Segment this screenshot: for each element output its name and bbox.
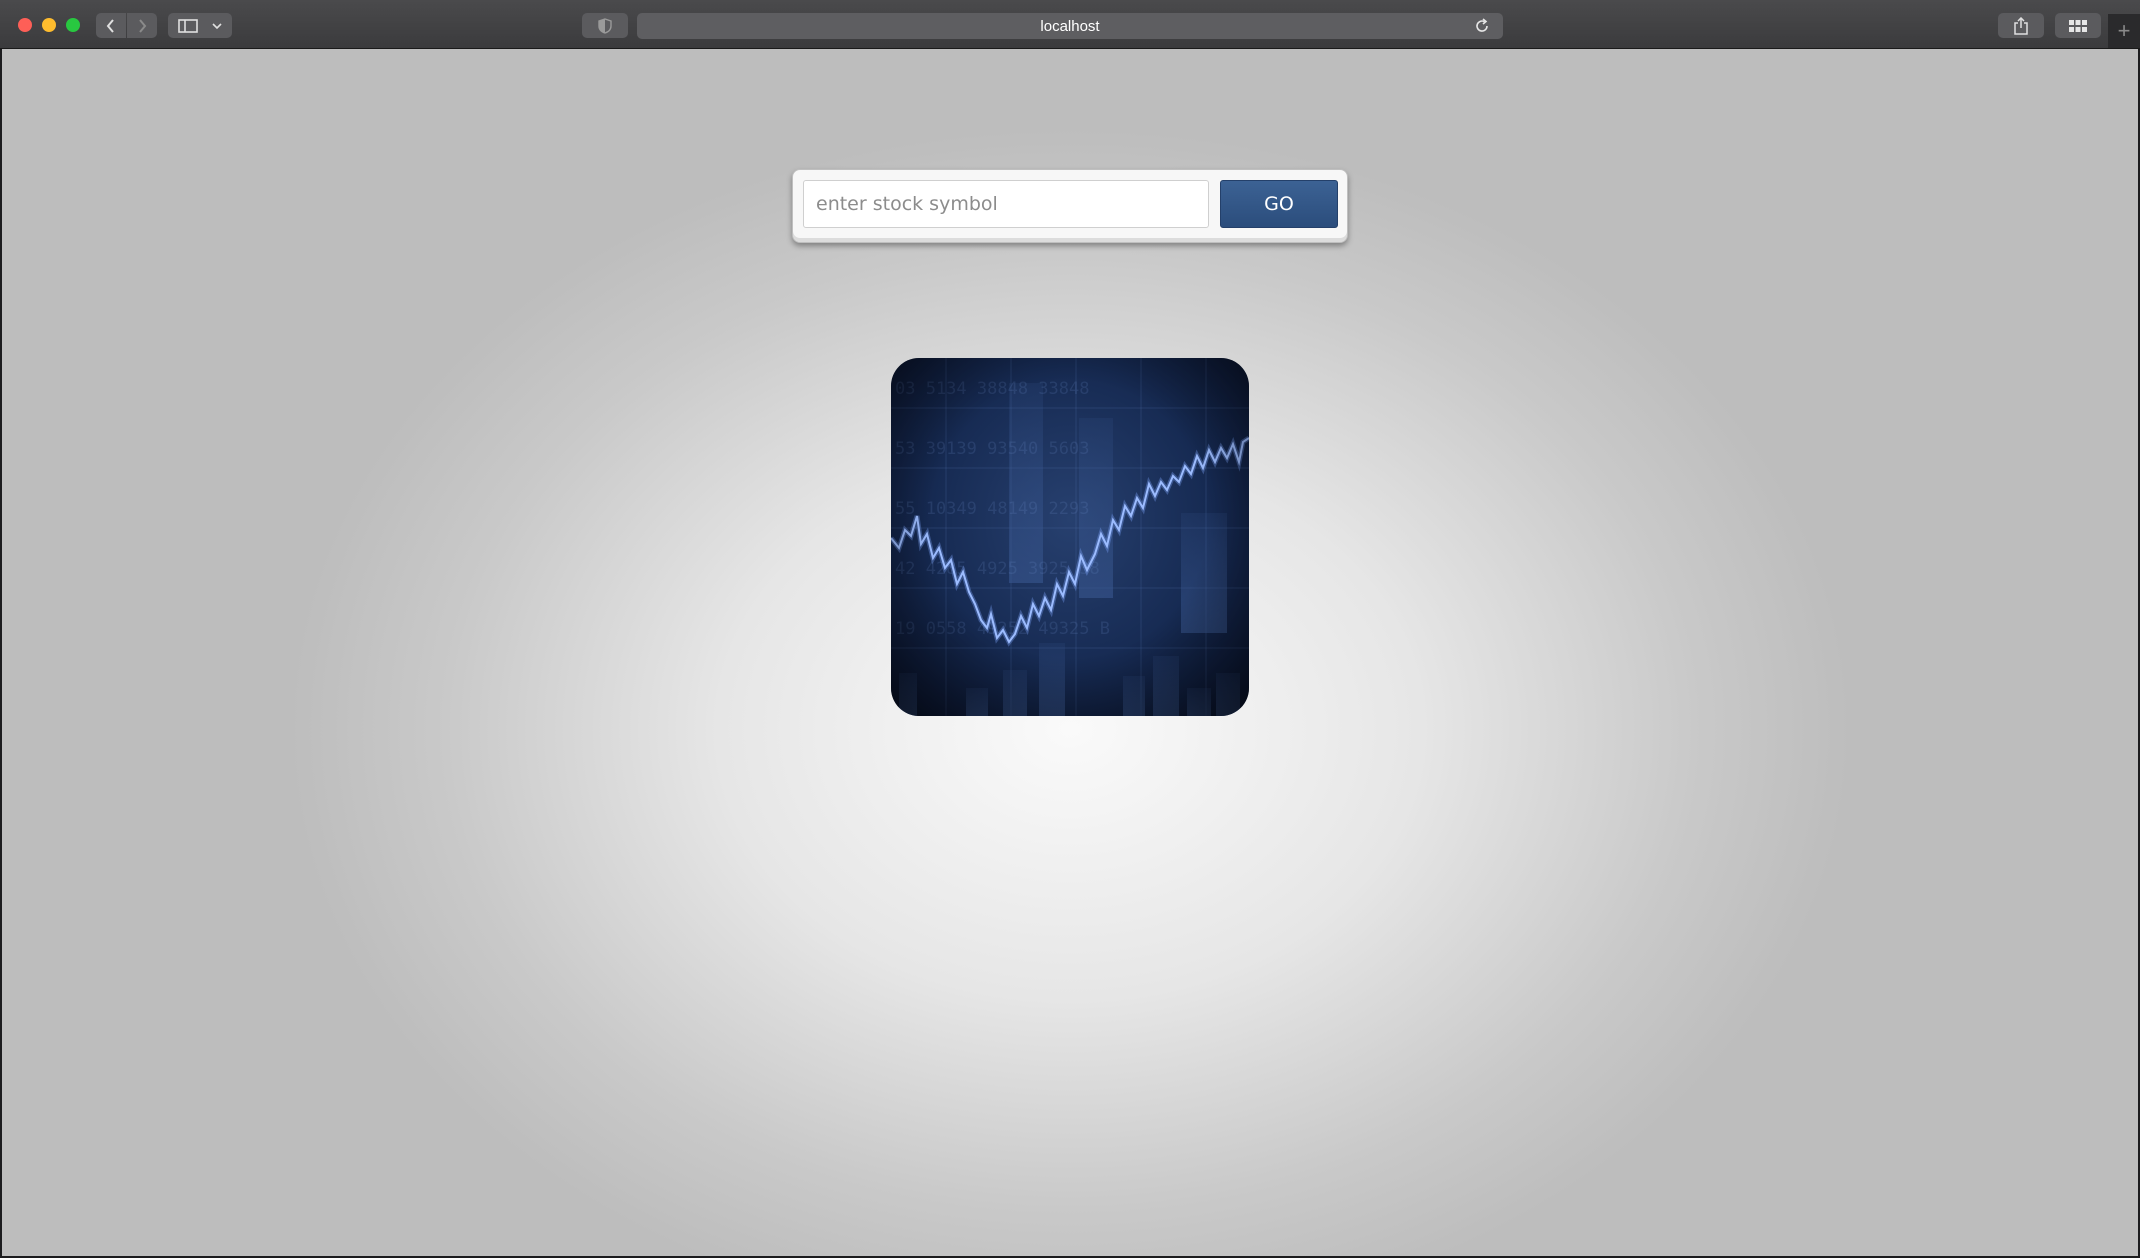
back-button[interactable] (96, 13, 126, 38)
go-button-label: GO (1264, 193, 1294, 215)
browser-toolbar: localhost + (0, 0, 2140, 49)
plus-icon: + (2117, 18, 2131, 43)
zoom-window-button[interactable] (66, 18, 80, 32)
shield-icon (598, 17, 612, 34)
stock-search-form: GO (792, 169, 1348, 243)
stock-chart-image: 03 5134 38848 33848 53 39139 93540 5603 … (891, 358, 1249, 716)
chevron-right-icon (139, 18, 147, 33)
chevron-left-icon (106, 18, 114, 33)
tab-overview-button[interactable] (2055, 13, 2101, 38)
sidebar-toggle-button[interactable] (168, 13, 232, 38)
close-window-button[interactable] (18, 18, 32, 32)
address-bar-url: localhost (1040, 17, 1100, 35)
minimize-window-button[interactable] (42, 18, 56, 32)
forward-button[interactable] (127, 13, 157, 38)
privacy-report-button[interactable] (582, 13, 628, 38)
go-button[interactable]: GO (1220, 180, 1338, 228)
share-icon (2014, 16, 2028, 35)
new-tab-button[interactable]: + (2108, 14, 2140, 48)
chevron-down-icon (212, 22, 222, 29)
sidebar-icon (178, 18, 198, 33)
browser-window: localhost + GO (0, 0, 2140, 1258)
grid-icon (2069, 19, 2087, 32)
stock-chart-graphic: 03 5134 38848 33848 53 39139 93540 5603 … (891, 358, 1249, 716)
share-button[interactable] (1998, 13, 2044, 38)
reload-icon[interactable] (1473, 17, 1491, 35)
address-bar[interactable]: localhost (637, 13, 1503, 39)
stock-symbol-input[interactable] (803, 180, 1209, 228)
page-content: GO (2, 49, 2138, 1256)
